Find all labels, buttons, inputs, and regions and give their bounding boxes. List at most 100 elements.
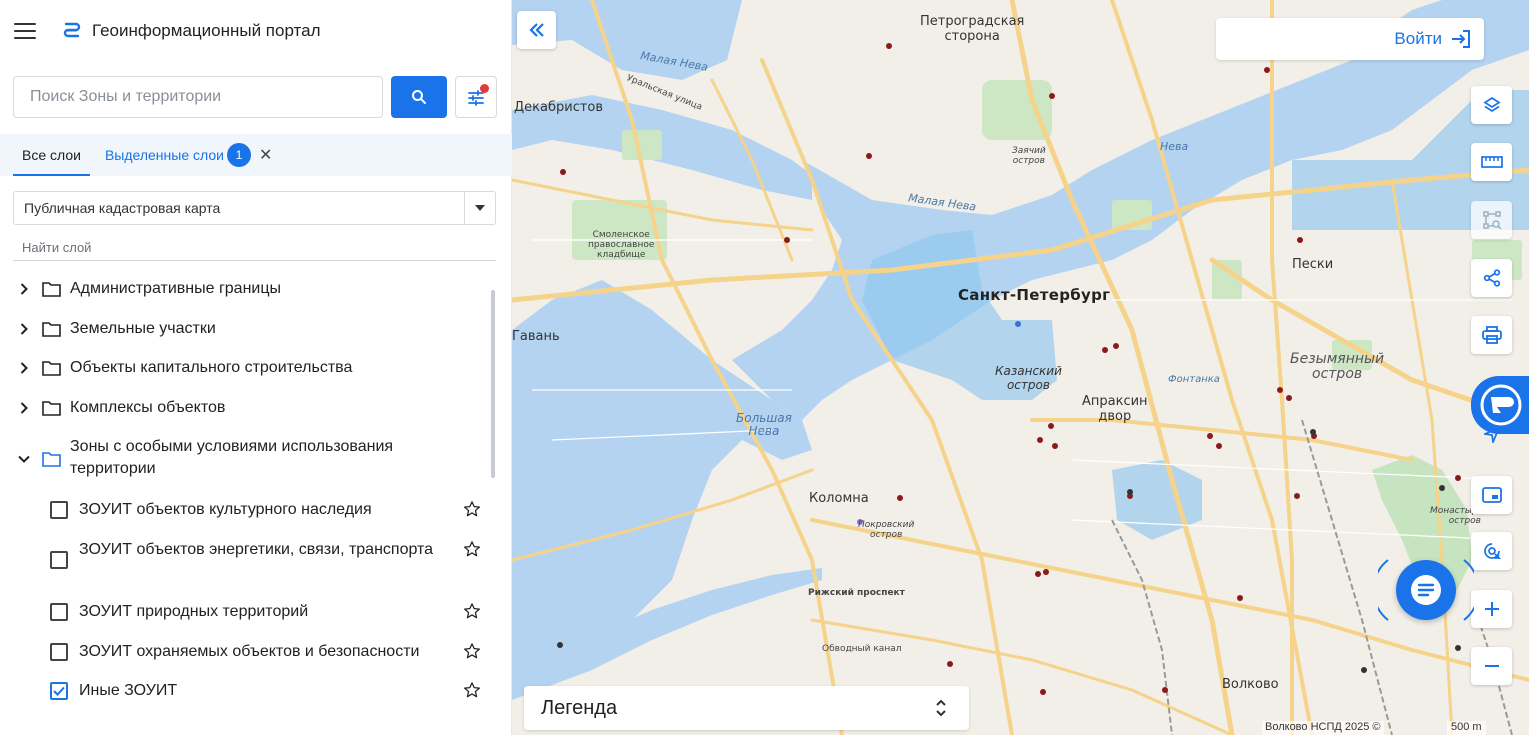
chat-icon [1411, 575, 1441, 605]
layer-item-label: ЗОУИТ объектов культурного наследия [79, 501, 372, 518]
search-button[interactable] [391, 76, 447, 118]
app-title: Геоинформационный портал [92, 21, 321, 40]
map-label-street: Обводный канал [822, 644, 902, 654]
navigation-arrow-icon [1483, 427, 1500, 443]
layer-tabs: Все слои Выделенные слои 1 ✕ [0, 134, 512, 176]
layer-checkbox[interactable] [50, 643, 68, 661]
layer-checkbox[interactable] [50, 603, 68, 621]
map-label-island: Заячий остров [1012, 146, 1046, 166]
tab-selected-label: Выделенные слои [104, 147, 224, 163]
tree-scrollbar[interactable] [491, 290, 495, 478]
selected-count-badge: 1 [226, 143, 251, 167]
layers-button[interactable] [1471, 86, 1512, 124]
star-icon[interactable] [462, 679, 482, 701]
map-label-river: Фонтанка [1168, 374, 1220, 385]
map-label-street: Рижский проспект [808, 588, 905, 598]
plus-icon [1484, 602, 1499, 616]
top-bar: Геоинформационный портал [0, 0, 512, 62]
print-button[interactable] [1471, 316, 1512, 354]
tree-group-label: Зоны с особыми условиями использования т… [70, 438, 394, 477]
layer-checkbox[interactable] [50, 501, 68, 519]
area-select-icon [1482, 211, 1502, 230]
chevron-right-icon[interactable] [18, 357, 30, 379]
map-label-district: Волково [1222, 677, 1279, 692]
portal-logo-icon [61, 20, 83, 42]
star-icon[interactable] [462, 600, 482, 622]
chat-button[interactable] [1396, 560, 1456, 620]
tree-group-complexes[interactable]: Комплексы объектов [0, 397, 490, 419]
layer-item[interactable]: ЗОУИТ объектов энергетики, связи, трансп… [0, 538, 490, 569]
map-label-river: Нева [1160, 140, 1189, 153]
layer-item[interactable]: ЗОУИТ объектов культурного наследия [0, 498, 490, 521]
tree-group-capital-construction[interactable]: Объекты капитального строительства [0, 357, 490, 379]
folder-open-icon [42, 448, 62, 470]
basemap-select[interactable]: Публичная кадастровая карта [13, 191, 496, 225]
filter-button[interactable] [455, 76, 497, 118]
login-button[interactable]: Войти [1216, 18, 1484, 60]
zoom-in-button[interactable] [1471, 590, 1512, 628]
map-label-island: Казанский остров [995, 364, 1062, 392]
caret-down-icon[interactable] [464, 192, 495, 224]
chevron-right-icon[interactable] [18, 397, 30, 419]
double-chevron-left-icon [528, 23, 544, 37]
star-icon[interactable] [462, 498, 482, 520]
map-label-island: Покровский остров [858, 520, 915, 540]
tree-group-land-plots[interactable]: Земельные участки [0, 318, 490, 340]
close-icon[interactable]: ✕ [259, 145, 272, 165]
tree-group-label: Земельные участки [70, 320, 216, 337]
map-attribution: Волково НСПД 2025 © [1262, 721, 1384, 735]
search-row [13, 76, 497, 118]
tree-group-label: Административные границы [70, 280, 282, 297]
expand-collapse-icon [936, 699, 946, 717]
star-icon[interactable] [462, 538, 482, 560]
navigate-button[interactable] [1471, 420, 1512, 450]
share-icon [1483, 269, 1500, 287]
share-button[interactable] [1471, 259, 1512, 297]
collapse-sidebar-button[interactable] [517, 11, 556, 49]
layer-item[interactable]: Иные ЗОУИТ [0, 679, 490, 702]
folder-icon [42, 278, 62, 300]
tab-all-layers[interactable]: Все слои [13, 134, 90, 176]
folder-icon [42, 357, 62, 379]
chevron-right-icon[interactable] [18, 278, 30, 300]
ruler-button[interactable] [1471, 143, 1512, 181]
zoom-out-button[interactable] [1471, 647, 1512, 685]
login-icon [1452, 30, 1470, 48]
map-label-cemetery: Смоленское православное кладбище [588, 230, 655, 260]
layer-search-input[interactable]: Найти слой [13, 234, 496, 261]
tree-group-admin-borders[interactable]: Административные границы [0, 278, 490, 300]
map-label-district: Декабристов [514, 100, 604, 115]
minimap-button[interactable] [1471, 476, 1512, 514]
print-icon [1481, 326, 1502, 344]
layer-checkbox-checked[interactable] [50, 682, 68, 700]
map-label-district: Гавань [512, 329, 560, 344]
tab-selected-layers[interactable]: Выделенные слои 1 ✕ [105, 134, 272, 176]
layer-item-label: ЗОУИТ объектов энергетики, связи, трансп… [79, 541, 434, 558]
map-canvas[interactable]: Санкт-Петербург Петроградская сторона Де… [512, 0, 1529, 735]
area-select-button[interactable] [1471, 201, 1512, 239]
folder-icon [42, 397, 62, 419]
map-label-district: Коломна [809, 491, 869, 506]
minus-icon [1484, 665, 1499, 667]
geolocation-button[interactable] [1471, 532, 1512, 570]
tree-group-zouit[interactable]: Зоны с особыми условиями использования т… [0, 436, 490, 480]
map-label-island: Безымянный остров [1290, 351, 1385, 382]
layer-item-label: ЗОУИТ охраняемых объектов и безопасности [79, 643, 420, 660]
layers-icon [1482, 96, 1501, 113]
map-scale: 500 m [1447, 721, 1486, 735]
sidebar: Геоинформационный портал Все слои Выделе… [0, 0, 512, 735]
search-input[interactable] [13, 76, 383, 118]
map-label-river: Большая Нева [736, 411, 792, 438]
chevron-down-icon[interactable] [18, 448, 30, 470]
chevron-right-icon[interactable] [18, 318, 30, 340]
layer-item[interactable]: ЗОУИТ охраняемых объектов и безопасности [0, 640, 490, 663]
menu-icon[interactable] [14, 23, 36, 39]
legend-panel[interactable]: Легенда [524, 686, 969, 730]
layer-checkbox[interactable] [50, 551, 68, 569]
star-icon[interactable] [462, 640, 482, 662]
search-icon [412, 90, 426, 104]
map-label-district: Петроградская сторона [920, 14, 1025, 44]
map-label-district: Пески [1292, 257, 1334, 272]
basemap-select-value: Публичная кадастровая карта [24, 200, 221, 216]
layer-item[interactable]: ЗОУИТ природных территорий [0, 600, 490, 623]
